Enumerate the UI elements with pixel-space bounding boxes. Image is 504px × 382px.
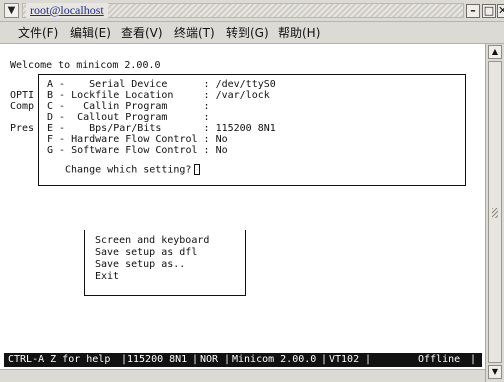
title-bar: ▼ root@localhost – □ ✕ <box>0 0 504 22</box>
status-baud: 115200 8N1 <box>127 354 188 365</box>
terminal-line-compiled: Comp <box>10 101 35 112</box>
setting-callin-program[interactable]: C - Callin Program : <box>47 101 210 112</box>
setting-software-flow-control[interactable]: G - Software Flow Control : No <box>47 145 228 156</box>
serial-settings-dialog: A - Serial Device : /dev/ttyS0 B - Lockf… <box>38 74 466 186</box>
menu-screen-and-keyboard[interactable]: Screen and keyboard <box>95 235 209 246</box>
scroll-down-icon[interactable]: ▼ <box>488 365 502 379</box>
status-divider: | <box>192 354 199 365</box>
setting-hardware-flow-control[interactable]: F - Hardware Flow Control : No <box>47 134 228 145</box>
menu-help[interactable]: 帮助(H) <box>278 26 320 40</box>
terminal-area[interactable]: Welcome to minicom 2.00.0 OPTI Comp Pres… <box>0 44 485 369</box>
setting-callout-program[interactable]: D - Callout Program : <box>47 112 210 123</box>
scroll-up-icon[interactable]: ▲ <box>488 45 502 59</box>
grip-icon <box>492 208 498 218</box>
minicom-status-bar: CTRL-A Z for help | 115200 8N1 | NOR | M… <box>4 353 482 367</box>
status-divider: | <box>224 354 231 365</box>
window-title: root@localhost <box>26 3 108 18</box>
status-version: Minicom 2.00.0 <box>232 354 317 365</box>
terminal-line-options: OPTI <box>10 90 35 101</box>
terminal-line-press: Pres <box>10 123 35 134</box>
menu-goto[interactable]: 转到(G) <box>226 26 269 40</box>
menu-file[interactable]: 文件(F) <box>18 26 58 40</box>
window-bottom-frame <box>0 369 485 382</box>
change-setting-prompt: Change which setting? <box>65 164 201 176</box>
status-mode: NOR <box>200 354 219 365</box>
text-cursor <box>194 164 201 175</box>
welcome-line: Welcome to minicom 2.00.0 <box>10 60 161 71</box>
setting-lockfile-location[interactable]: B - Lockfile Location : /var/lock <box>47 90 270 101</box>
menu-save-setup-as[interactable]: Save setup as.. <box>95 259 185 270</box>
vertical-scrollbar[interactable]: ▲ ▼ <box>485 44 504 382</box>
menu-bar: 文件(F) 编辑(E) 查看(V) 终端(T) 转到(G) 帮助(H) <box>0 22 504 44</box>
window-menu-icon[interactable]: ▼ <box>4 3 19 18</box>
menu-save-setup-dfl[interactable]: Save setup as dfl <box>95 247 197 258</box>
status-divider: | <box>365 354 372 365</box>
status-terminal-type: VT102 <box>329 354 360 365</box>
menu-edit[interactable]: 编辑(E) <box>70 26 111 40</box>
status-divider: | <box>321 354 328 365</box>
status-divider: | <box>470 354 477 365</box>
setting-bps-par-bits[interactable]: E - Bps/Par/Bits : 115200 8N1 <box>47 123 276 134</box>
menu-terminal[interactable]: 终端(T) <box>174 26 215 40</box>
menu-exit[interactable]: Exit <box>95 271 119 282</box>
maximize-button[interactable]: □ <box>482 4 496 18</box>
setup-submenu: Screen and keyboard Save setup as dfl Sa… <box>84 230 246 296</box>
menu-view[interactable]: 查看(V) <box>121 26 163 40</box>
status-help: CTRL-A Z for help <box>8 354 111 365</box>
prompt-text: Change which setting? <box>65 164 192 176</box>
minimize-button[interactable]: – <box>466 4 480 18</box>
setting-serial-device[interactable]: A - Serial Device : /dev/ttyS0 <box>47 79 276 90</box>
status-state: Offline <box>418 354 461 365</box>
scroll-thumb[interactable] <box>488 61 502 363</box>
close-button[interactable]: ✕ <box>497 4 504 18</box>
